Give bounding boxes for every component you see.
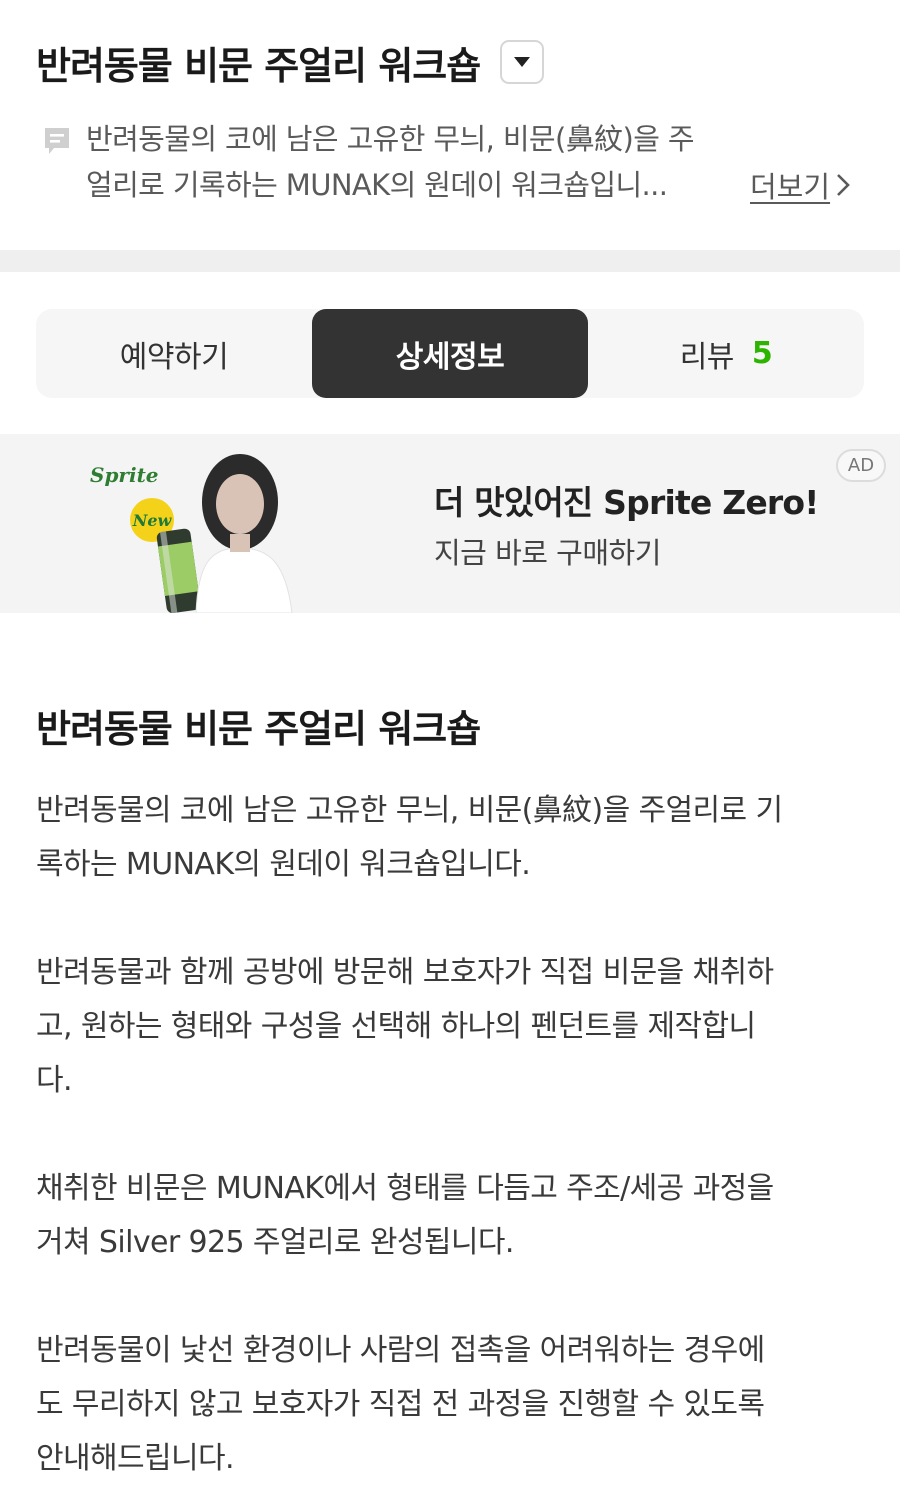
paragraph-line: 반려동물과 함께 공방에 방문해 보호자가 직접 비문을 채취하 [36,955,774,990]
paragraph-line: 반려동물이 낯선 환경이나 사람의 접촉을 어려워하는 경우에 [36,1333,765,1368]
section-divider [0,250,900,272]
summary-line: 반려동물의 코에 남은 고유한 무늬, 비문(鼻紋)을 주 [86,122,695,156]
tab-reservation[interactable]: 예약하기 [36,309,312,398]
summary-text: 반려동물의 코에 남은 고유한 무늬, 비문(鼻紋)을 주 얼리로 기록하는 M… [86,116,766,208]
title-row: 반려동물 비문 주얼리 워크숍 [36,34,545,90]
summary: 반려동물의 코에 남은 고유한 무늬, 비문(鼻紋)을 주 얼리로 기록하는 M… [40,116,870,206]
ad-headline[interactable]: 더 맛있어진 Sprite Zero! [434,476,819,524]
detail-paragraph: 반려동물과 함께 공방에 방문해 보호자가 직접 비문을 채취하 고, 원하는 … [36,946,774,1108]
detail-paragraph: 반려동물의 코에 남은 고유한 무늬, 비문(鼻紋)을 주얼리로 기 록하는 M… [36,784,783,892]
tab-reviews[interactable]: 리뷰 5 [588,309,864,398]
paragraph-line: 다. [36,1063,73,1098]
more-label: 더보기 [750,170,831,204]
detail-paragraph: 채취한 비문은 MUNAK에서 형태를 다듬고 주조/세공 과정을 거쳐 Sil… [36,1162,774,1270]
paragraph-line: 반려동물의 코에 남은 고유한 무늬, 비문(鼻紋)을 주얼리로 기 [36,793,783,828]
review-count: 5 [751,336,773,371]
tab-label: 상세정보 [395,339,505,375]
paragraph-line: 채취한 비문은 MUNAK에서 형태를 다듬고 주조/세공 과정을 [36,1171,774,1206]
paragraph-line: 고, 원하는 형태와 구성을 선택해 하나의 펜던트를 제작합니 [36,1009,756,1044]
more-link[interactable]: 더보기 [750,162,852,208]
ad-image: Sprite New [90,454,293,613]
new-badge: New [132,511,173,530]
chevron-down-icon [514,57,531,67]
detail-title: 반려동물 비문 주얼리 워크숍 [36,707,481,751]
tab-bar: 예약하기 상세정보 리뷰 5 [36,309,864,398]
tab-details[interactable]: 상세정보 [312,309,588,398]
page-header: 반려동물 비문 주얼리 워크숍 반려동물의 코에 남은 고유한 무늬, 비문(鼻… [0,0,900,250]
memo-icon [45,128,69,154]
title-dropdown-button[interactable] [500,40,545,84]
tab-label: 리뷰 [679,339,735,375]
detail-paragraph: 반려동물이 낯선 환경이나 사람의 접촉을 어려워하는 경우에 도 무리하지 않… [36,1324,765,1486]
detail-section: 반려동물 비문 주얼리 워크숍 반려동물의 코에 남은 고유한 무늬, 비문(鼻… [36,700,866,1476]
paragraph-line: 안내해드립니다. [36,1441,235,1476]
ad-cta[interactable]: 지금 바로 구매하기 [434,530,661,572]
summary-line: 얼리로 기록하는 MUNAK의 원데이 워크숍입니... [86,168,668,202]
sprite-logo: Sprite [90,463,159,487]
paragraph-line: 도 무리하지 않고 보호자가 직접 전 과정을 진행할 수 있도록 [36,1387,765,1422]
ad-badge: AD [836,449,886,482]
paragraph-line: 거쳐 Silver 925 주얼리로 완성됩니다. [36,1225,514,1260]
tab-label: 예약하기 [119,339,229,375]
page-title: 반려동물 비문 주얼리 워크숍 [36,43,481,88]
paragraph-line: 록하는 MUNAK의 원데이 워크숍입니다. [36,847,531,882]
chevron-right-icon [837,174,850,196]
